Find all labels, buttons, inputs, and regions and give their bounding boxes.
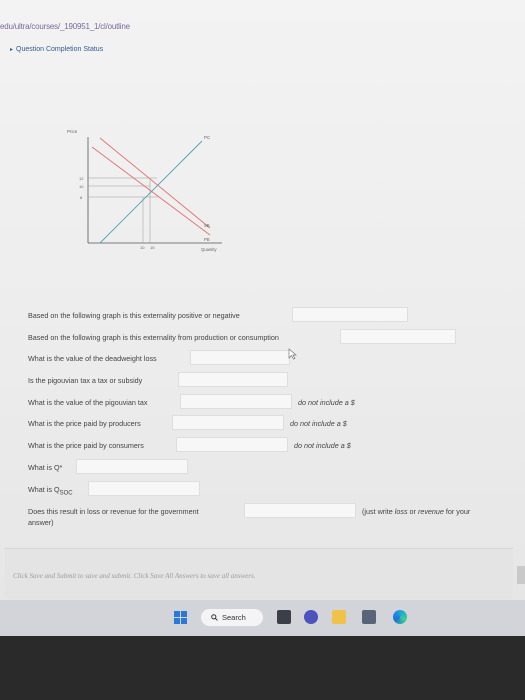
question-9-prefix: What is Q [28, 485, 60, 494]
question-5-answer-input[interactable] [180, 394, 292, 409]
question-7-note: do not include a $ [294, 441, 351, 450]
search-icon [211, 614, 218, 621]
triangle-icon: ▸ [10, 47, 14, 53]
side-tab[interactable] [517, 566, 525, 584]
note-italic-loss: loss [394, 507, 408, 516]
search-label: Search [222, 613, 246, 622]
question-5-text: What is the value of the pigouvian tax [28, 398, 148, 407]
taskbar-search-box[interactable]: Search [201, 609, 263, 626]
question-3-answer-input[interactable] [190, 350, 290, 365]
x-tick-15: 15 [150, 245, 155, 250]
folder-icon[interactable] [332, 610, 346, 624]
submit-instructions: Click Save and Submit to save and submit… [13, 572, 256, 580]
note-mid: or [407, 507, 418, 516]
question-8-text: What is Q* [28, 463, 63, 472]
question-1-answer-input[interactable] [292, 307, 408, 322]
pc-supply-curve [99, 140, 203, 244]
question-7-answer-input[interactable] [176, 437, 288, 452]
question-6-note: do not include a $ [290, 419, 347, 428]
y-axis-label: Price [67, 129, 78, 134]
question-9-subscript: SOC [59, 490, 73, 497]
teams-chat-icon[interactable] [304, 610, 318, 624]
question-10-note-line2: answer) [28, 518, 54, 527]
pc-curve-label: PC [204, 135, 211, 140]
question-7-text: What is the price paid by consumers [28, 441, 144, 450]
file-explorer-icon[interactable] [277, 610, 291, 624]
screen-bezel [0, 636, 525, 700]
y-tick-10: 10 [79, 184, 84, 189]
note-prefix: (just write [362, 507, 395, 516]
question-2-text: Based on the following graph is this ext… [28, 333, 279, 342]
question-completion-label: Question Completion Status [16, 46, 104, 53]
question-10-question: Does this result in loss or revenue for … [28, 507, 199, 516]
question-5-note: do not include a $ [298, 398, 355, 407]
x-tick-10: 10 [140, 245, 145, 250]
edge-icon[interactable] [393, 610, 407, 624]
question-8-answer-input[interactable] [76, 459, 188, 474]
sb-curve-label: SB [204, 223, 210, 228]
question-completion-status[interactable]: ▸ Question Completion Status [10, 46, 103, 53]
question-1-text: Based on the following graph is this ext… [28, 311, 240, 320]
note-suffix: for your [443, 507, 471, 516]
x-axis-label: Quantity [201, 247, 218, 252]
question-10-answer-input[interactable] [244, 503, 356, 518]
question-10-note: (just write loss or revenue for your [362, 506, 512, 518]
browser-page: edu/ultra/courses/_190951_1/cl/outline ▸… [0, 0, 525, 600]
social-benefit-curve [99, 137, 211, 229]
question-6-answer-input[interactable] [172, 415, 284, 430]
y-tick-8: 8 [80, 195, 83, 200]
question-6-text: What is the price paid by producers [28, 419, 141, 428]
address-bar-url[interactable]: edu/ultra/courses/_190951_1/cl/outline [0, 22, 130, 31]
question-3-text: What is the value of the deadweight loss [28, 354, 157, 363]
store-icon[interactable] [362, 610, 376, 624]
question-9-text: What is QSOC [28, 485, 73, 496]
question-9-answer-input[interactable] [88, 481, 200, 496]
mouse-cursor-icon [288, 348, 297, 360]
windows-start-icon[interactable] [174, 611, 187, 624]
y-tick-12: 12 [79, 176, 84, 181]
question-4-answer-input[interactable] [178, 372, 288, 387]
question-2-answer-input[interactable] [340, 329, 456, 344]
private-benefit-curve [91, 146, 211, 236]
externality-graph: Price PC SB PB Quantity 12 10 8 10 15 [67, 129, 222, 252]
question-4-text: Is the pigouvian tax a tax or subsidy [28, 376, 143, 385]
note-italic-revenue: revenue [417, 507, 444, 516]
pb-curve-label: PB [204, 237, 210, 242]
